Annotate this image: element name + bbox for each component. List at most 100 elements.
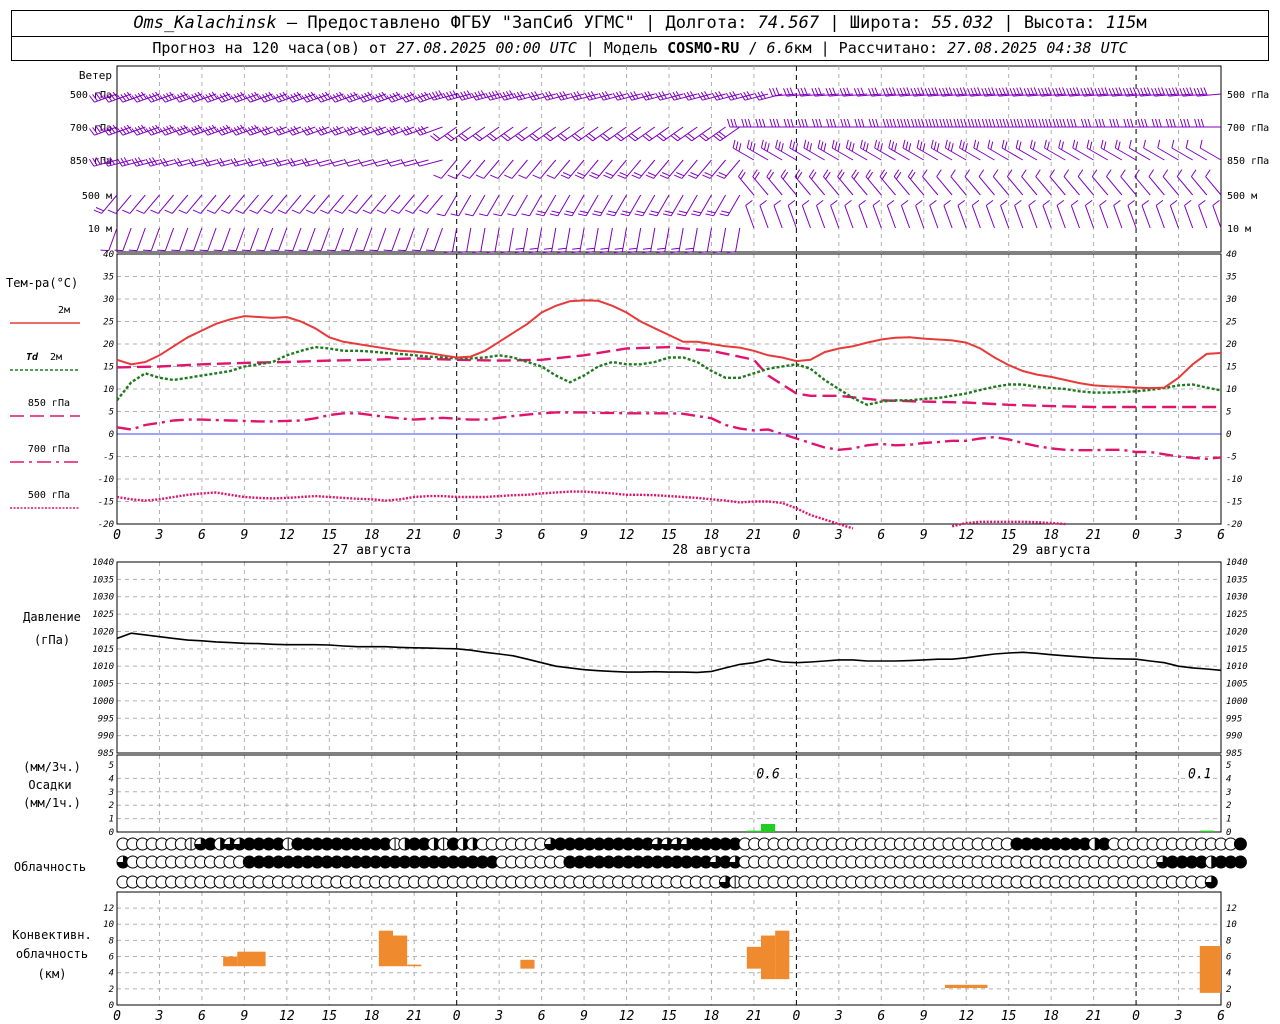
conv-ytick-right: 4 <box>1226 969 1231 979</box>
conv-xtick: 18 <box>1043 1009 1059 1024</box>
temp-xtick: 0 <box>453 528 461 543</box>
wind-barb <box>606 194 627 217</box>
wind-barb <box>185 227 203 252</box>
wind-barb <box>900 199 911 229</box>
wind-level-right: 850 гПа <box>1227 156 1269 167</box>
precip-ytick-left: 4 <box>109 774 114 784</box>
wind-barb <box>971 199 981 229</box>
temp-ytick-left: 25 <box>103 318 114 328</box>
temp-xtick: 9 <box>240 528 248 543</box>
wind-barb <box>1162 169 1179 196</box>
wind-barb <box>458 227 472 254</box>
wind-barb <box>515 126 542 142</box>
temp-xtick: 15 <box>1001 528 1017 543</box>
temp-ytick-left: -5 <box>103 453 114 463</box>
wind-barb <box>816 199 826 229</box>
wind-barb <box>656 126 684 142</box>
wind-barb <box>500 126 528 142</box>
wind-barb <box>592 194 613 217</box>
wind-barb <box>411 227 429 252</box>
precip-ytick-right: 5 <box>1226 761 1231 771</box>
conv-xtick: 0 <box>792 1009 800 1024</box>
temp-xtick: 6 <box>877 528 885 543</box>
wind-barb <box>893 169 910 196</box>
wind-barb <box>978 169 995 196</box>
wind-barb <box>1184 199 1194 229</box>
wind-barb <box>425 227 443 252</box>
wind-barb <box>430 126 457 142</box>
wind-barb <box>727 227 741 254</box>
wind-barb <box>674 159 698 179</box>
precip-ylabel-top: (мм/3ч.) <box>23 760 81 774</box>
temp-ytick-left: 30 <box>102 295 114 305</box>
wind-barb <box>521 194 543 217</box>
precip-annotation: 0.1 <box>1188 767 1211 782</box>
conv-title: Конвективн. <box>12 928 91 942</box>
wind-level-left: 500 м <box>82 191 112 202</box>
wind-barb <box>128 227 146 252</box>
wind-barb <box>787 199 797 229</box>
conv-xtick: 6 <box>877 1009 885 1024</box>
wind-barb <box>560 159 585 179</box>
conv-ytick-left: 2 <box>109 985 114 995</box>
temp-xtick: 21 <box>746 528 762 543</box>
temp-ytick-left: 15 <box>103 363 114 373</box>
conv-xtick: 6 <box>538 1009 546 1024</box>
temp-xtick: 9 <box>920 528 928 543</box>
temp-xtick: 3 <box>1174 528 1183 543</box>
conv-xtick: 21 <box>746 1009 762 1024</box>
temp-xtick: 9 <box>580 528 588 543</box>
meteogram-svg: Ветер 500 гПа 500 гПа 700 гПа 700 гПа 850 гПа… <box>6 65 1269 1024</box>
temp-xtick: 21 <box>406 528 422 543</box>
pres-ylabel: (гПа) <box>34 633 70 647</box>
wind-barb <box>1190 169 1208 196</box>
temp-ytick-right: -5 <box>1226 453 1237 463</box>
wind-barb <box>241 227 259 252</box>
wind-barb <box>543 126 571 142</box>
wind-barb <box>589 159 613 179</box>
temp-day-label: 29 августа <box>1012 543 1090 558</box>
wind-barb <box>1127 199 1137 229</box>
wind-barb <box>397 227 415 252</box>
wind-barb <box>529 227 543 254</box>
wind-barb <box>535 194 557 217</box>
wind-barb <box>801 199 811 229</box>
conv-ytick-right: 10 <box>1226 920 1237 930</box>
wind-barb <box>493 194 514 217</box>
wind-barb <box>1199 139 1222 161</box>
wind-barb <box>447 159 472 179</box>
wind-barb <box>585 227 599 254</box>
pres-ytick-right: 1020 <box>1226 627 1248 637</box>
pres-ytick-right: 1015 <box>1226 645 1248 655</box>
wind-barb <box>1141 199 1151 229</box>
wind-barb <box>634 194 656 217</box>
wind-level-left: 700 гПа <box>70 123 112 134</box>
conv-xtick: 9 <box>240 1009 248 1024</box>
wind-barb <box>1077 169 1094 196</box>
wind-barb <box>563 194 585 217</box>
wind-barb <box>557 227 571 254</box>
conv-bar <box>1199 946 1221 993</box>
wind-barb <box>684 126 712 142</box>
wind-barb <box>614 227 627 254</box>
wind-barb <box>164 194 189 214</box>
wind-barb <box>326 227 344 252</box>
conv-xtick: 15 <box>321 1009 337 1024</box>
wind-barb <box>486 227 500 254</box>
wind-barb <box>1113 199 1123 229</box>
temp-ytick-right: 30 <box>1225 295 1237 305</box>
wind-barb <box>1070 199 1080 229</box>
temp-ytick-right: 5 <box>1226 408 1231 418</box>
temp-ytick-left: 5 <box>109 408 114 418</box>
wind-barb <box>620 194 642 217</box>
temp-legend-label: 2м <box>50 352 62 363</box>
wind-barb <box>662 194 684 217</box>
conv-xtick: 12 <box>958 1009 974 1024</box>
wind-barb <box>461 159 486 179</box>
temp-ytick-right: 35 <box>1225 273 1237 283</box>
wind-barb <box>858 199 868 229</box>
wind-barb <box>270 227 288 252</box>
pres-ytick-left: 1015 <box>92 645 114 655</box>
wind-barb <box>1134 169 1151 196</box>
temp-xtick: 6 <box>1217 528 1225 543</box>
